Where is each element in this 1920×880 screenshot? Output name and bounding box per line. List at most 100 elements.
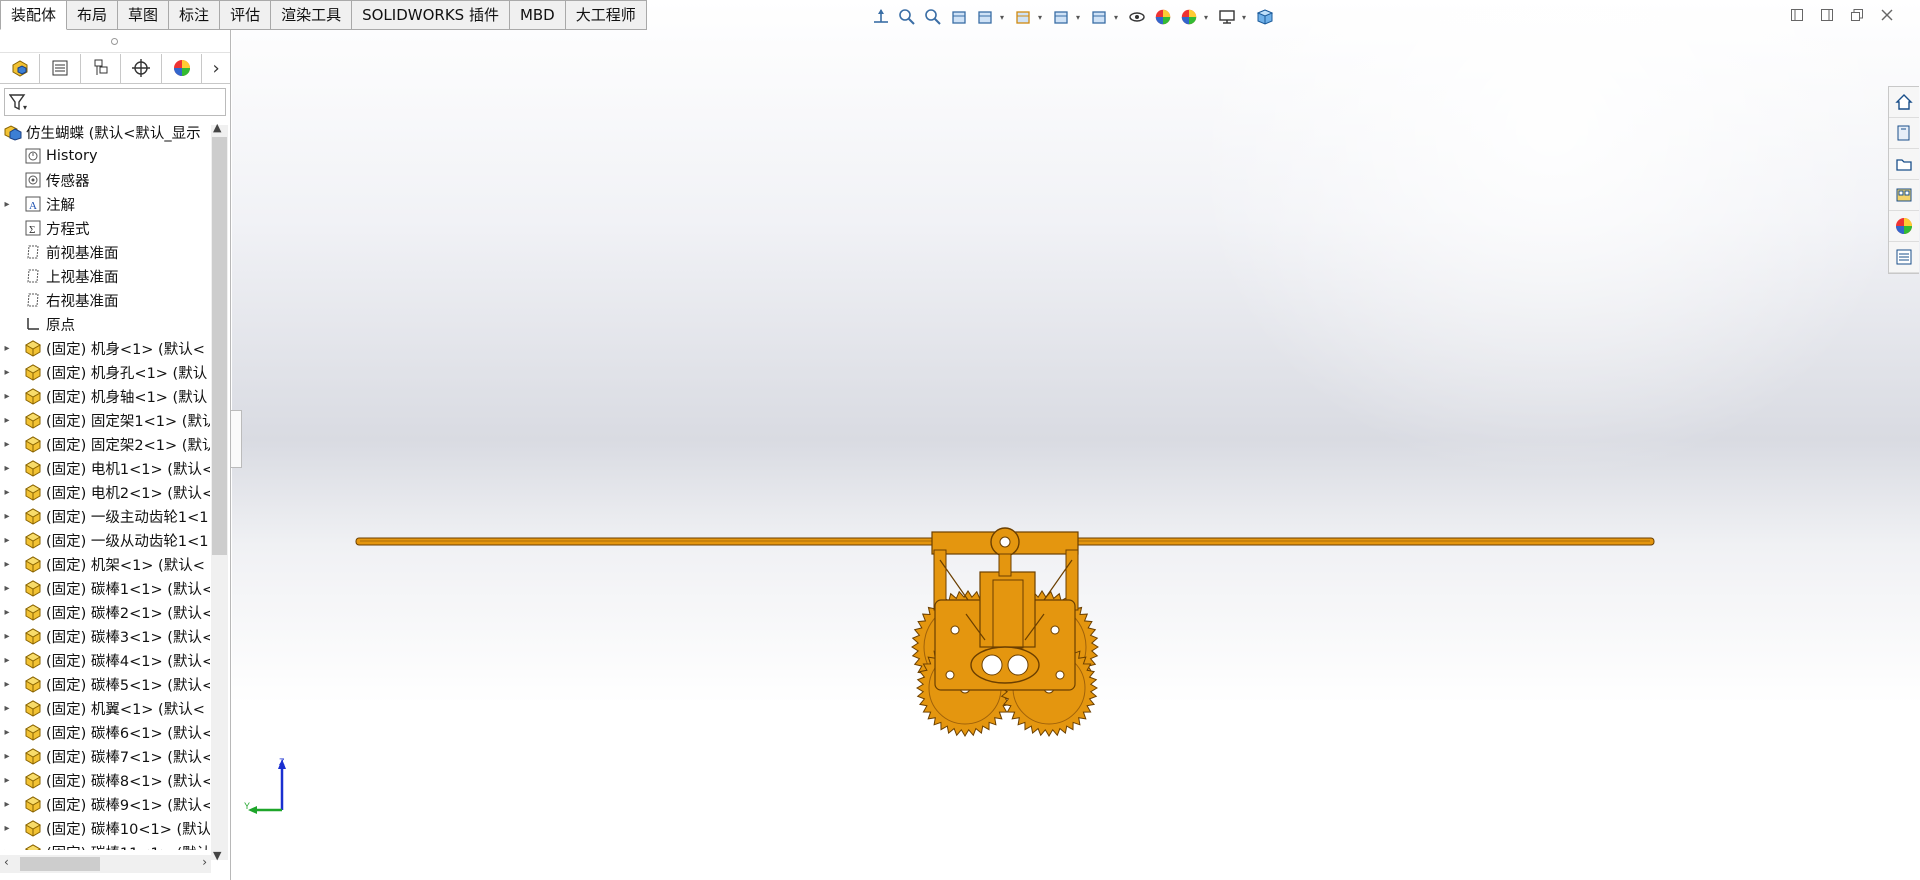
- tree-item[interactable]: ▸ (固定) 碳棒8<1> (默认<: [0, 768, 210, 792]
- tree-root[interactable]: 仿生蝴蝶 (默认<默认_显示˄: [0, 120, 210, 144]
- edit-appearance-icon[interactable]: [1152, 6, 1174, 28]
- scroll-right-icon[interactable]: ›: [202, 855, 207, 869]
- tab-4[interactable]: 标注: [169, 0, 221, 30]
- 3d-view-icon[interactable]: [1254, 6, 1276, 28]
- tree-item[interactable]: 原点: [0, 312, 210, 336]
- previous-view-icon[interactable]: [948, 6, 970, 28]
- tree-item[interactable]: ▸ (固定) 碳棒4<1> (默认<: [0, 648, 210, 672]
- design-library-icon[interactable]: [1889, 118, 1919, 149]
- scroll-down-icon[interactable]: ▼: [213, 849, 221, 862]
- expand-arrow-icon[interactable]: ▸: [0, 607, 14, 618]
- tree-item[interactable]: ▸ (固定) 固定架2<1> (默认: [0, 432, 210, 456]
- file-explorer-icon[interactable]: [1889, 149, 1919, 180]
- expand-arrow-icon[interactable]: ▸: [0, 391, 14, 402]
- dropdown-arrow-icon[interactable]: ▾: [1114, 13, 1122, 22]
- tree-item[interactable]: ▸ (固定) 碳棒11<1> (默认: [0, 840, 210, 850]
- tree-item[interactable]: ▸ (固定) 电机2<1> (默认<: [0, 480, 210, 504]
- tree-item[interactable]: ▸ (固定) 碳棒3<1> (默认<: [0, 624, 210, 648]
- tree-item[interactable]: 传感器: [0, 168, 210, 192]
- tree-horizontal-scrollbar[interactable]: ‹ ›: [0, 855, 211, 873]
- close-window-icon[interactable]: [1878, 6, 1896, 24]
- tree-item[interactable]: 右视基准面: [0, 288, 210, 312]
- scroll-left-icon[interactable]: ‹: [4, 855, 9, 869]
- expand-arrow-icon[interactable]: ▸: [0, 655, 14, 666]
- tree-item[interactable]: ▸ (固定) 机翼<1> (默认<: [0, 696, 210, 720]
- expand-arrow-icon[interactable]: ▸: [0, 703, 14, 714]
- tree-item[interactable]: ▸ (固定) 碳棒10<1> (默认: [0, 816, 210, 840]
- property-manager-icon[interactable]: [40, 53, 81, 83]
- view-orientation-icon[interactable]: [1050, 6, 1072, 28]
- expand-arrow-icon[interactable]: ▸: [0, 799, 14, 810]
- dropdown-arrow-icon[interactable]: ▾: [1000, 13, 1008, 22]
- tab-5[interactable]: 评估: [220, 0, 272, 30]
- expand-arrow-icon[interactable]: ▸: [0, 631, 14, 642]
- tile-left-icon[interactable]: [1788, 6, 1806, 24]
- display-style-icon[interactable]: [1088, 6, 1110, 28]
- hscroll-thumb[interactable]: [20, 857, 100, 871]
- apply-scene-icon[interactable]: [1178, 6, 1200, 28]
- tree-item[interactable]: ▸ A 注解: [0, 192, 210, 216]
- expand-arrow-icon[interactable]: ▸: [0, 727, 14, 738]
- tree-item[interactable]: ▸ (固定) 机架<1> (默认<: [0, 552, 210, 576]
- panel-grip[interactable]: [0, 30, 230, 53]
- expand-arrow-icon[interactable]: ▸: [0, 679, 14, 690]
- expand-arrow-icon[interactable]: ▸: [0, 751, 14, 762]
- restore-window-icon[interactable]: [1848, 6, 1866, 24]
- dropdown-arrow-icon[interactable]: ▾: [1242, 13, 1250, 22]
- expand-arrow-icon[interactable]: ▸: [0, 823, 14, 834]
- tree-item[interactable]: ▸ (固定) 碳棒7<1> (默认<: [0, 744, 210, 768]
- dimxpert-icon[interactable]: [121, 53, 162, 83]
- tab-9[interactable]: 大工程师: [565, 0, 647, 30]
- panel-splitter[interactable]: [231, 410, 242, 468]
- appearances-icon[interactable]: [1889, 211, 1919, 242]
- zoom-area-icon[interactable]: [922, 6, 944, 28]
- tree-item[interactable]: ▸ (固定) 碳棒6<1> (默认<: [0, 720, 210, 744]
- expand-arrow-icon[interactable]: ▸: [0, 367, 14, 378]
- expand-arrow-icon[interactable]: ▸: [0, 487, 14, 498]
- butterfly-assembly-model[interactable]: [0, 0, 1920, 880]
- section-view-icon[interactable]: [974, 6, 996, 28]
- scroll-up-icon[interactable]: ▲: [213, 121, 221, 134]
- tree-item[interactable]: ▸ (固定) 机身<1> (默认<: [0, 336, 210, 360]
- tree-item[interactable]: History: [0, 144, 210, 168]
- dynamic-annotation-icon[interactable]: [1012, 6, 1034, 28]
- expand-arrow-icon[interactable]: ▸: [0, 199, 14, 210]
- dropdown-arrow-icon[interactable]: ▾: [1038, 13, 1046, 22]
- expand-arrow-icon[interactable]: ▸: [0, 583, 14, 594]
- tree-item[interactable]: ▸ (固定) 一级主动齿轮1<1: [0, 504, 210, 528]
- tab-3[interactable]: 草图: [118, 0, 170, 30]
- tile-right-icon[interactable]: [1818, 6, 1836, 24]
- dropdown-arrow-icon[interactable]: ▾: [1076, 13, 1084, 22]
- tree-item[interactable]: ▸ (固定) 固定架1<1> (默认: [0, 408, 210, 432]
- zoom-to-fit-icon[interactable]: [896, 6, 918, 28]
- tree-filter[interactable]: ▾: [4, 88, 226, 116]
- hide-show-icon[interactable]: [1126, 6, 1148, 28]
- tab-6[interactable]: 渲染工具: [271, 0, 353, 30]
- view-settings-icon[interactable]: [1216, 6, 1238, 28]
- view-normal-icon[interactable]: [870, 6, 892, 28]
- view-palette-icon[interactable]: [1889, 180, 1919, 211]
- configuration-manager-icon[interactable]: [81, 53, 122, 83]
- tab-1[interactable]: 装配体: [0, 0, 68, 30]
- expand-arrow-icon[interactable]: ▸: [0, 511, 14, 522]
- expand-arrow-icon[interactable]: ▸: [0, 847, 14, 851]
- expand-arrow-icon[interactable]: ▸: [0, 343, 14, 354]
- tree-item[interactable]: 上视基准面: [0, 264, 210, 288]
- custom-properties-icon[interactable]: [1889, 242, 1919, 273]
- tree-item[interactable]: ▸ (固定) 机身孔<1> (默认: [0, 360, 210, 384]
- tab-2[interactable]: 布局: [67, 0, 119, 30]
- expand-arrow-icon[interactable]: ▸: [0, 535, 14, 546]
- feature-manager-icon[interactable]: [0, 53, 41, 83]
- tree-item[interactable]: ▸ (固定) 碳棒9<1> (默认<: [0, 792, 210, 816]
- tab-7[interactable]: SOLIDWORKS 插件: [352, 0, 510, 30]
- expand-arrow-icon[interactable]: ▸: [0, 415, 14, 426]
- more-tabs-icon[interactable]: ›: [202, 54, 230, 83]
- display-manager-icon[interactable]: [162, 53, 203, 83]
- tab-8[interactable]: MBD: [509, 0, 566, 30]
- tree-vertical-scrollbar[interactable]: ▲ ▼: [211, 121, 228, 862]
- tree-item[interactable]: 前视基准面: [0, 240, 210, 264]
- tree-item[interactable]: ▸ (固定) 电机1<1> (默认<: [0, 456, 210, 480]
- tree-item[interactable]: ▸ (固定) 碳棒5<1> (默认<: [0, 672, 210, 696]
- tree-item[interactable]: ▸ (固定) 碳棒2<1> (默认<: [0, 600, 210, 624]
- dropdown-arrow-icon[interactable]: ▾: [1204, 13, 1212, 22]
